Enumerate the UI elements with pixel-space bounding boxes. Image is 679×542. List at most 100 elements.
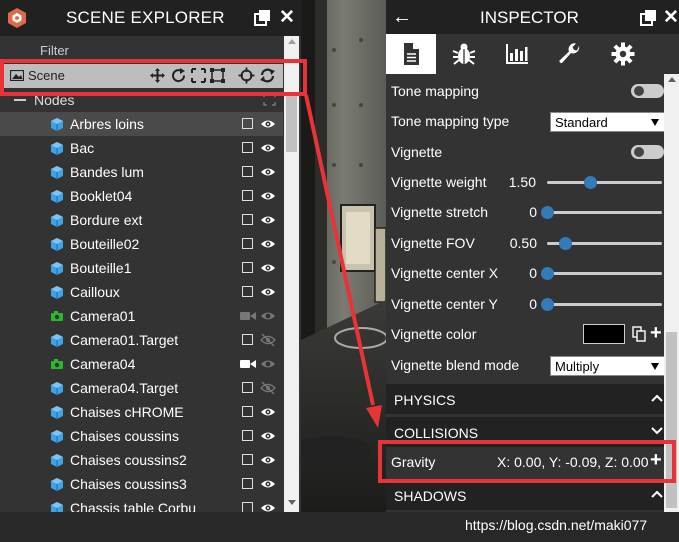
eye-icon[interactable] <box>260 189 276 203</box>
eye-icon[interactable] <box>260 117 276 131</box>
node-row[interactable]: Bordure ext <box>0 208 283 232</box>
scroll-up-arrow-icon[interactable] <box>288 39 296 44</box>
filter-input[interactable]: Filter <box>40 43 69 58</box>
node-row[interactable]: Cailloux <box>0 280 283 304</box>
video-camera-icon[interactable] <box>240 358 256 370</box>
tab-debug[interactable] <box>439 34 489 74</box>
node-label: Booklet04 <box>70 188 133 204</box>
node-row[interactable]: Chassis table Corbu <box>0 496 283 512</box>
cube-icon <box>51 382 63 395</box>
bounding-box-checkbox[interactable] <box>242 382 253 393</box>
eye-icon[interactable] <box>260 357 276 371</box>
bounding-box-checkbox[interactable] <box>242 214 253 225</box>
node-row[interactable]: Camera04.Target <box>0 376 283 400</box>
vignette-label: Vignette <box>391 144 443 160</box>
vignette-weight-slider[interactable] <box>547 176 662 189</box>
render-viewport[interactable] <box>301 0 386 512</box>
vignette-stretch-slider[interactable] <box>541 206 662 219</box>
node-row[interactable]: Chaises cHROME <box>0 400 283 424</box>
wrench-icon <box>559 43 580 64</box>
node-row[interactable]: Arbres loins <box>0 112 283 136</box>
bounding-box-checkbox[interactable] <box>242 166 253 177</box>
slider-knob[interactable] <box>541 298 554 311</box>
bounding-box-checkbox[interactable] <box>242 334 253 345</box>
back-arrow-icon[interactable]: ← <box>392 6 412 29</box>
slider-knob[interactable] <box>541 267 554 280</box>
tab-statistics[interactable] <box>492 34 542 74</box>
node-row[interactable]: Bouteille02 <box>0 232 283 256</box>
eye-icon[interactable] <box>260 501 276 512</box>
scroll-down-arrow-icon[interactable] <box>288 500 296 505</box>
bounding-box-checkbox[interactable] <box>242 454 253 465</box>
bounding-box-checkbox[interactable] <box>242 286 253 297</box>
node-row[interactable]: Chaises coussins <box>0 424 283 448</box>
undock-icon[interactable] <box>640 9 658 27</box>
copy-icon[interactable] <box>632 326 646 342</box>
eye-icon[interactable] <box>260 477 276 491</box>
vignette-blend-mode-select[interactable]: Multiply <box>550 356 665 376</box>
node-label: Arbres loins <box>70 116 144 132</box>
eye-slash-icon[interactable] <box>260 333 276 347</box>
vignette-center-y-slider[interactable] <box>541 298 662 311</box>
slider-knob[interactable] <box>559 237 573 250</box>
vignette-center-x-slider[interactable] <box>541 267 662 280</box>
tone-mapping-toggle[interactable] <box>631 84 664 98</box>
section-physics-header[interactable]: PHYSICS <box>386 384 664 414</box>
bounding-box-checkbox[interactable] <box>242 262 253 273</box>
node-row[interactable]: Camera01 <box>0 304 283 328</box>
bounding-box-checkbox[interactable] <box>242 142 253 153</box>
eye-icon[interactable] <box>260 213 276 227</box>
tab-tools[interactable] <box>545 34 595 74</box>
bounding-box-checkbox[interactable] <box>242 478 253 489</box>
node-row[interactable]: Bandes lum <box>0 160 283 184</box>
node-row[interactable]: Bac <box>0 136 283 160</box>
node-row[interactable]: Bouteille1 <box>0 256 283 280</box>
node-label: Chaises coussins2 <box>70 452 187 468</box>
bounding-box-checkbox[interactable] <box>242 238 253 249</box>
tab-settings[interactable] <box>598 34 648 74</box>
collapse-icon[interactable] <box>14 99 26 101</box>
close-icon[interactable]: ✕ <box>279 6 295 29</box>
node-row[interactable]: Camera01.Target <box>0 328 283 352</box>
node-row[interactable]: Chaises coussins2 <box>0 448 283 472</box>
undock-icon[interactable] <box>254 9 272 27</box>
eye-icon[interactable] <box>260 405 276 419</box>
slider-knob[interactable] <box>583 176 597 189</box>
cube-icon <box>51 238 63 251</box>
eye-slash-icon[interactable] <box>260 381 276 395</box>
scene-explorer-scrollbar[interactable] <box>284 36 299 512</box>
eye-icon[interactable] <box>260 309 276 323</box>
section-shadows-header[interactable]: SHADOWS <box>386 480 664 510</box>
eye-icon[interactable] <box>260 285 276 299</box>
eye-icon[interactable] <box>260 429 276 443</box>
eye-icon[interactable] <box>260 453 276 467</box>
vignette-color-row: Vignette color + <box>386 319 664 349</box>
slider-knob[interactable] <box>541 206 554 219</box>
video-camera-icon[interactable] <box>240 310 256 322</box>
bounding-box-checkbox[interactable] <box>242 118 253 129</box>
bounding-box-checkbox[interactable] <box>242 406 253 417</box>
cube-icon <box>51 262 63 275</box>
bounding-box-checkbox[interactable] <box>242 190 253 201</box>
eye-icon[interactable] <box>260 165 276 179</box>
vignette-toggle[interactable] <box>631 145 664 159</box>
tab-properties[interactable] <box>386 34 436 74</box>
bounding-box-checkbox[interactable] <box>242 430 253 441</box>
chevron-down-icon <box>651 363 659 370</box>
scroll-up-arrow-icon[interactable] <box>668 77 676 82</box>
bounding-box-checkbox[interactable] <box>242 502 253 512</box>
node-row[interactable]: Camera04 <box>0 352 283 376</box>
node-row[interactable]: Booklet04 <box>0 184 283 208</box>
close-icon[interactable]: ✕ <box>663 6 679 29</box>
node-row[interactable]: Chaises coussins3 <box>0 472 283 496</box>
eye-icon[interactable] <box>260 141 276 155</box>
eye-icon[interactable] <box>260 261 276 275</box>
tone-mapping-type-select[interactable]: Standard <box>550 112 665 132</box>
node-label: Bouteille02 <box>70 236 140 252</box>
eye-icon[interactable] <box>260 237 276 251</box>
scrollbar-thumb[interactable] <box>286 96 297 152</box>
expand-plus-icon[interactable]: + <box>650 322 662 345</box>
vignette-stretch-value: 0 <box>529 204 537 220</box>
vignette-fov-slider[interactable] <box>547 237 662 250</box>
vignette-color-swatch[interactable] <box>583 324 625 344</box>
